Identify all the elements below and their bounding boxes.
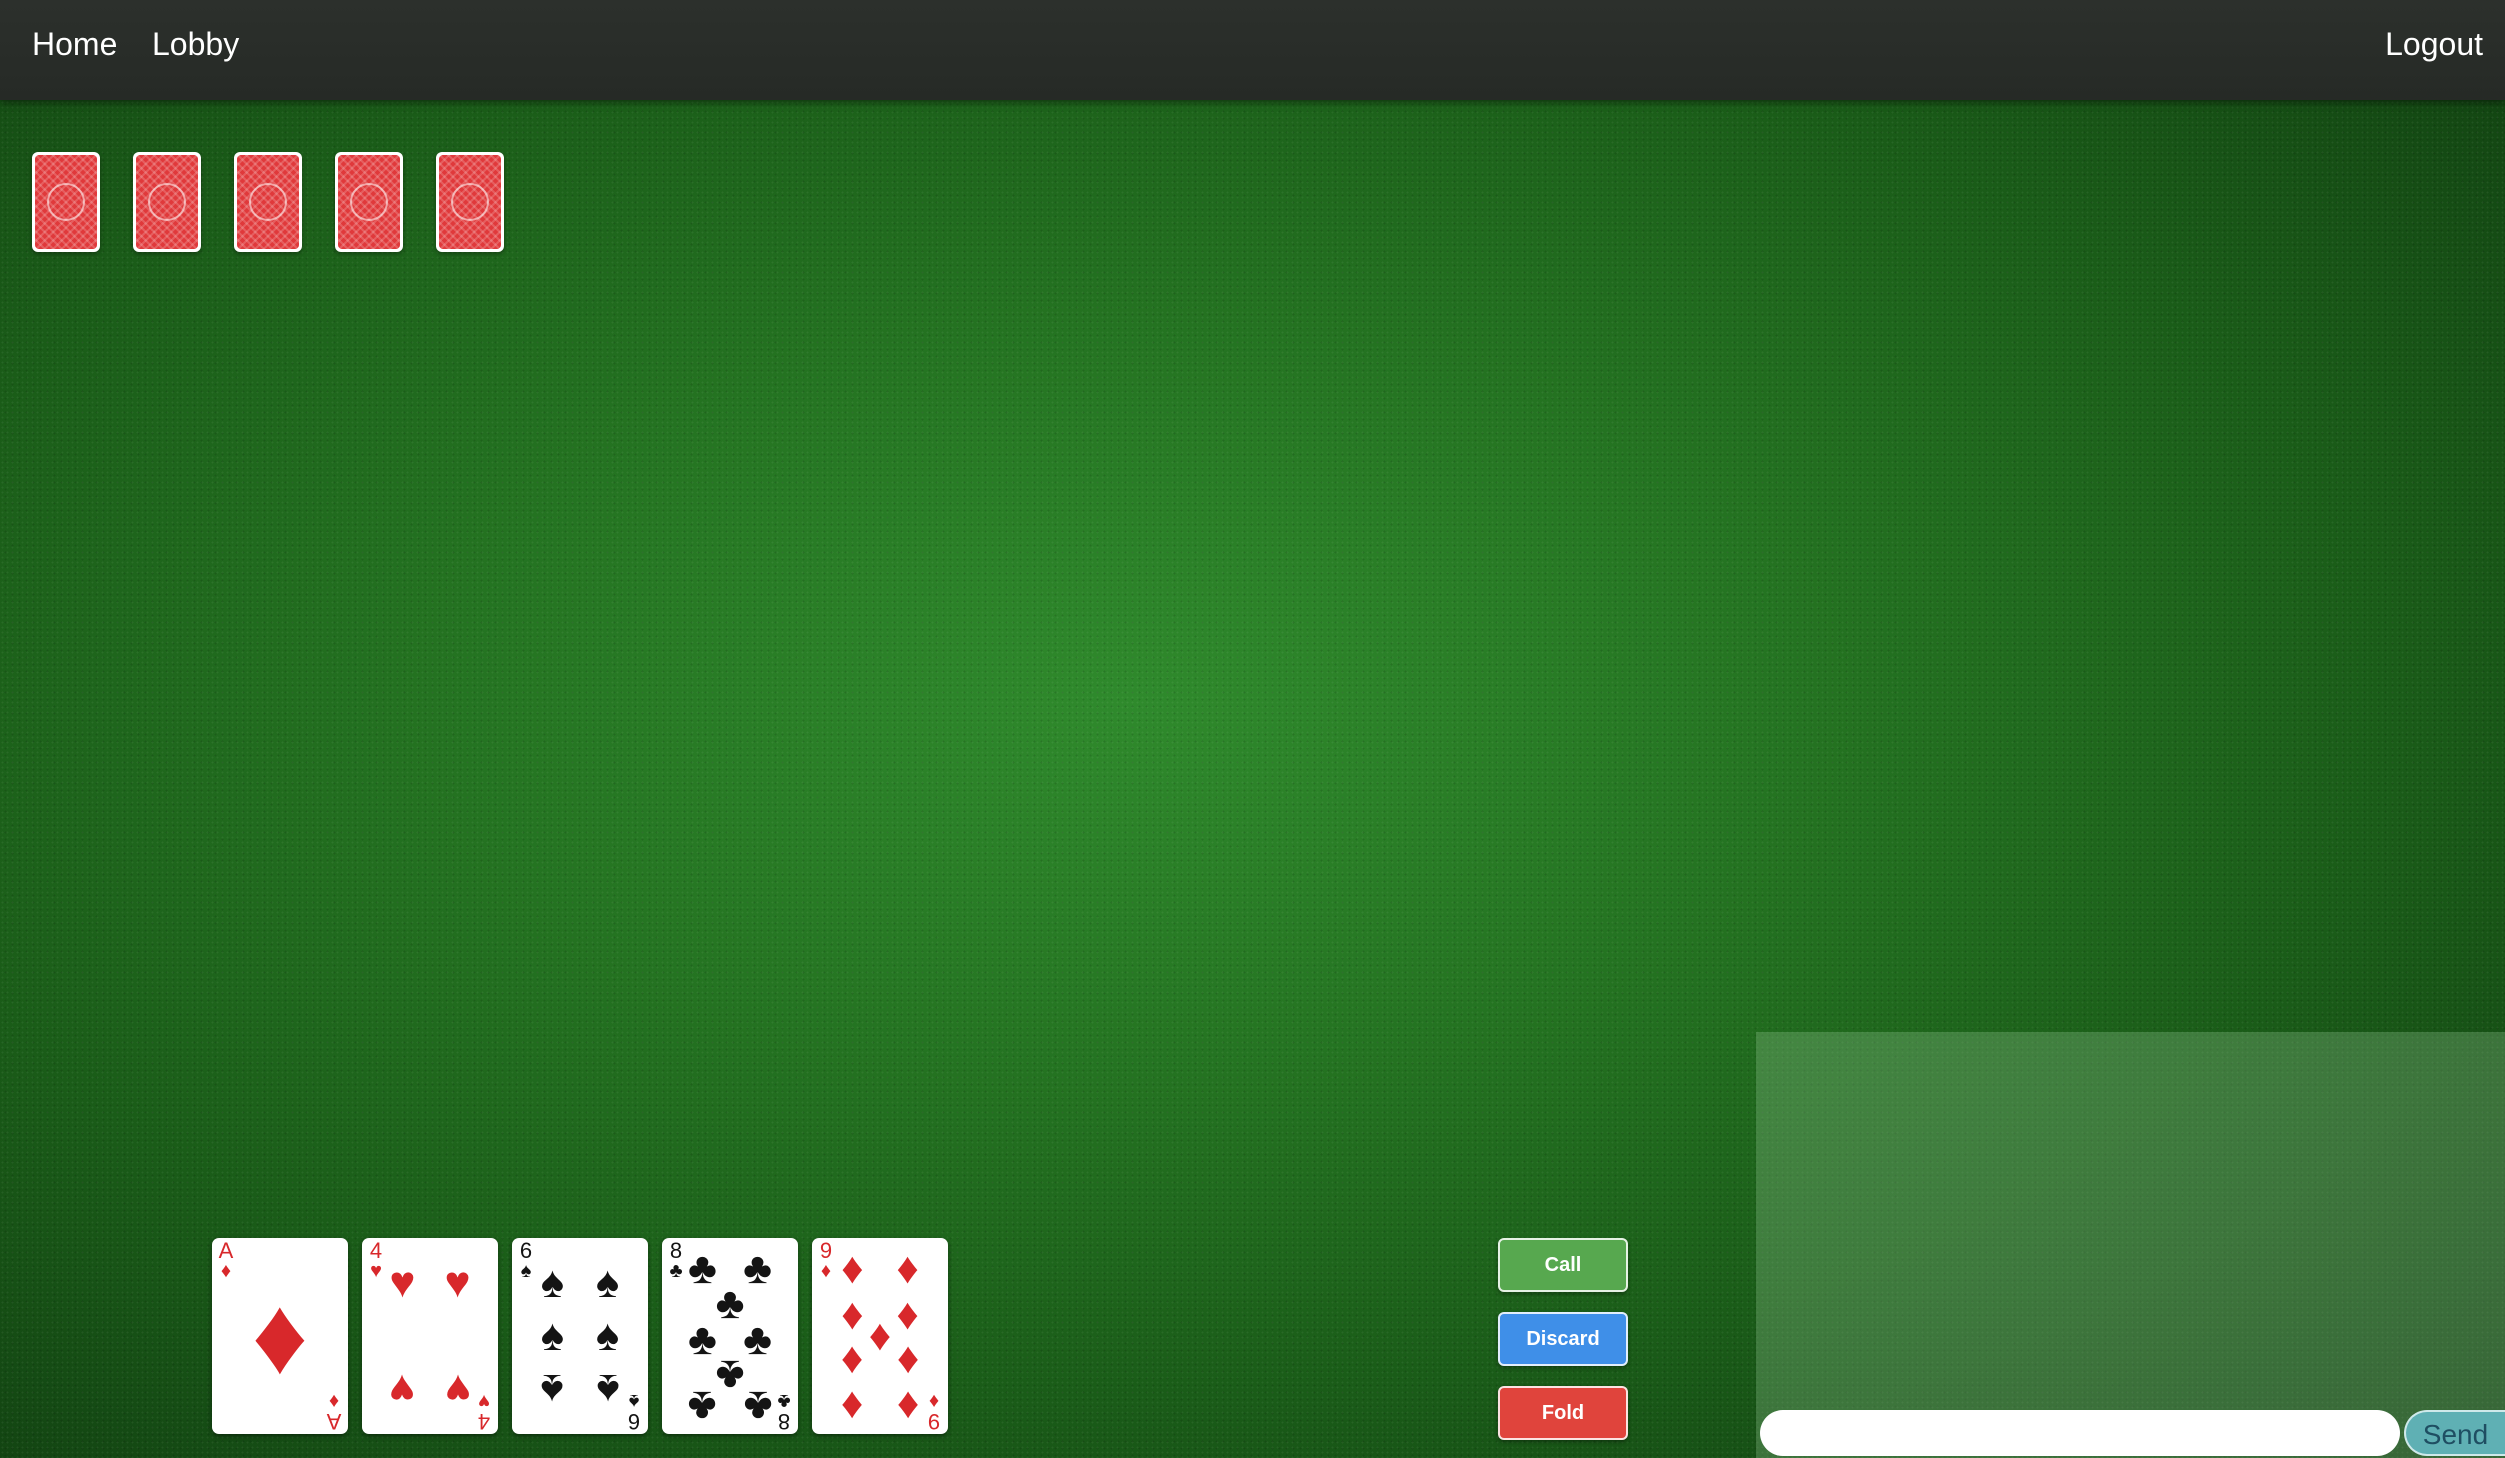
card-pips: ♠ ♠ ♠ ♠ ♠ ♠	[534, 1248, 626, 1424]
suit-pip-icon: ♠	[540, 1311, 565, 1360]
suit-pip-icon: ♦	[896, 1382, 919, 1432]
suit-pip-icon: ♦	[841, 1336, 864, 1386]
chat-log[interactable]	[1756, 1032, 2505, 1402]
opponent-card-back	[234, 152, 302, 252]
card-back-pattern	[338, 155, 400, 249]
player-card[interactable]: 4 ♥ 4 ♥ ♥ ♥ ♥ ♥	[362, 1238, 498, 1434]
fold-button[interactable]: Fold	[1498, 1386, 1628, 1440]
player-card[interactable]: 8 ♣ 8 ♣ ♣ ♣ ♣ ♣ ♣ ♣ ♣ ♣	[662, 1238, 798, 1434]
suit-pip-icon: ♥	[444, 1258, 471, 1308]
discard-button[interactable]: Discard	[1498, 1312, 1628, 1366]
chat-input[interactable]	[1760, 1410, 2400, 1456]
card-corner-index: A ♦	[323, 1390, 345, 1434]
card-rank: 6	[627, 1409, 641, 1434]
card-back-pattern	[136, 155, 198, 249]
player-card[interactable]: 9 ♦ 9 ♦ ♦ ♦ ♦ ♦ ♦ ♦ ♦ ♦ ♦	[812, 1238, 948, 1434]
opponent-card-back	[32, 152, 100, 252]
top-navbar: Home Lobby Logout	[0, 0, 2505, 100]
suit-pip-icon: ♠	[595, 1311, 620, 1360]
opponent-hand	[32, 152, 504, 252]
action-buttons: Call Discard Fold	[1498, 1238, 1628, 1458]
suit-pip-icon: ♠	[540, 1258, 565, 1308]
card-pips: ♣ ♣ ♣ ♣ ♣ ♣ ♣ ♣	[684, 1247, 776, 1432]
nav-logout-link[interactable]: Logout	[2385, 26, 2483, 63]
nav-home-link[interactable]: Home	[32, 26, 117, 63]
suit-pip-icon: ♣	[687, 1382, 717, 1432]
card-rank: 4	[477, 1409, 491, 1434]
suit-pip-icon: ♥	[389, 1258, 416, 1308]
card-pips: ♦ ♦ ♦ ♦ ♦ ♦ ♦ ♦ ♦	[834, 1247, 926, 1432]
card-suit-icon: ♦	[328, 1390, 340, 1412]
suit-pip-icon: ♥	[444, 1364, 471, 1414]
suit-pip-icon: ♠	[540, 1364, 565, 1414]
suit-pip-icon: ♣	[743, 1382, 773, 1432]
suit-pip-icon: ♦	[896, 1244, 919, 1294]
suit-pip-icon: ♦	[841, 1244, 864, 1294]
nav-lobby-link[interactable]: Lobby	[152, 26, 239, 63]
suit-pip-icon: ♠	[595, 1364, 620, 1414]
suit-pip-icon: ♥	[389, 1364, 416, 1414]
card-pips: ♦	[234, 1248, 326, 1424]
card-pips: ♥ ♥ ♥ ♥	[384, 1248, 476, 1424]
opponent-card-back	[133, 152, 201, 252]
card-back-pattern	[439, 155, 501, 249]
call-button[interactable]: Call	[1498, 1238, 1628, 1292]
card-back-pattern	[35, 155, 97, 249]
send-button[interactable]: Send	[2404, 1410, 2505, 1456]
chat-panel	[1756, 1032, 2505, 1458]
player-card[interactable]: A ♦ A ♦ ♦	[212, 1238, 348, 1434]
player-card[interactable]: 6 ♠ 6 ♠ ♠ ♠ ♠ ♠ ♠ ♠	[512, 1238, 648, 1434]
suit-pip-icon: ♦	[896, 1336, 919, 1386]
card-back-pattern	[237, 155, 299, 249]
opponent-card-back	[335, 152, 403, 252]
suit-pip-icon: ♦	[251, 1274, 309, 1397]
opponent-card-back	[436, 152, 504, 252]
suit-pip-icon: ♦	[841, 1382, 864, 1432]
player-hand: A ♦ A ♦ ♦ 4 ♥ 4 ♥ ♥ ♥ ♥ ♥ 6 ♠ 6 ♠ ♠ ♠ ♠ ♠ ♠ ♠ 8 ♣ 8 ♣ ♣ ♣ ♣ ♣ ♣ ♣ ♣ ♣ 9 ♦ 9 ♦ ♦…	[212, 1238, 948, 1434]
suit-pip-icon: ♠	[595, 1258, 620, 1308]
card-rank: A	[326, 1409, 342, 1434]
